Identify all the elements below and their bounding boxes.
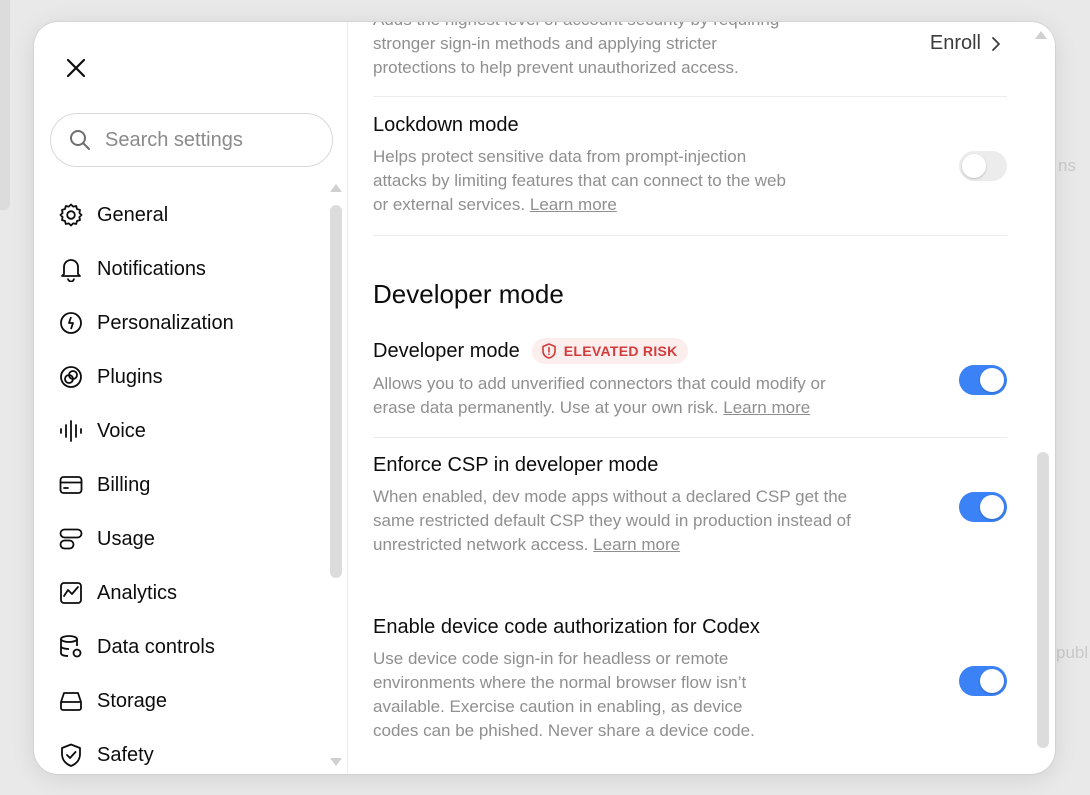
sidebar-item-label: Plugins	[97, 365, 163, 388]
divider	[373, 235, 1007, 236]
settings-nav: General Notifications Personalization Pl…	[56, 188, 326, 774]
desc-line: protections to help prevent unauthorized…	[373, 58, 739, 77]
device-code-title: Enable device code authorization for Cod…	[373, 616, 760, 638]
advanced-security-desc: Adds the highest level of account securi…	[373, 22, 833, 80]
sidebar-item-analytics[interactable]: Analytics	[56, 566, 326, 620]
sidebar-item-label: Safety	[97, 743, 154, 766]
card-icon	[56, 470, 86, 500]
sidebar-item-label: Storage	[97, 689, 168, 712]
content-scrollbar-thumb[interactable]	[1037, 452, 1049, 748]
enforce-csp-desc: When enabled, dev mode apps without a de…	[373, 485, 853, 557]
close-button[interactable]	[60, 52, 92, 84]
background-text: ns	[1058, 156, 1076, 175]
plugin-icon	[56, 362, 86, 392]
sidebar-item-data-controls[interactable]: Data controls	[56, 620, 326, 674]
content-scroll-up-arrow[interactable]	[1035, 31, 1047, 39]
device-code-desc: Use device code sign-in for headless or …	[373, 649, 755, 740]
desc-line: Adds the highest level of account securi…	[373, 22, 833, 32]
usage-icon	[56, 524, 86, 554]
sidebar-item-storage[interactable]: Storage	[56, 674, 326, 728]
database-gear-icon	[56, 632, 86, 662]
developer-mode-title: Developer mode	[373, 339, 520, 362]
sidebar-item-safety[interactable]: Safety	[56, 728, 326, 774]
elevated-risk-badge: ELEVATED RISK	[531, 338, 688, 364]
toggle-knob	[980, 669, 1004, 693]
developer-mode-desc: Allows you to add unverified connectors …	[373, 372, 863, 420]
chart-icon	[56, 578, 86, 608]
waveform-icon	[56, 416, 86, 446]
sidebar-item-label: Billing	[97, 473, 151, 496]
sidebar-item-notifications[interactable]: Notifications	[56, 242, 326, 296]
desc-line: stronger sign-in methods and applying st…	[373, 34, 717, 53]
close-icon	[66, 58, 86, 78]
gear-icon	[56, 200, 86, 230]
sidebar-scroll-down-arrow[interactable]	[330, 758, 342, 766]
device-code-row: Enable device code authorization for Cod…	[373, 616, 1007, 743]
lockdown-mode-row: Lockdown mode Helps protect sensitive da…	[373, 114, 1007, 217]
shield-check-icon	[56, 740, 86, 770]
lockdown-mode-toggle[interactable]	[959, 151, 1007, 181]
section-title: Developer mode	[373, 279, 564, 309]
bell-icon	[56, 254, 86, 284]
sidebar-item-general[interactable]: General	[56, 188, 326, 242]
toggle-knob	[962, 154, 986, 178]
settings-content: Adds the highest level of account securi…	[373, 22, 1007, 774]
enroll-button[interactable]: Enroll	[930, 32, 1001, 55]
sidebar-item-voice[interactable]: Voice	[56, 404, 326, 458]
lockdown-mode-desc: Helps protect sensitive data from prompt…	[373, 145, 793, 217]
smiley-circle-icon	[56, 308, 86, 338]
drive-icon	[56, 686, 86, 716]
sidebar-item-plugins[interactable]: Plugins	[56, 350, 326, 404]
sidebar-item-label: Data controls	[97, 635, 215, 658]
background-scrollbar	[0, 0, 10, 210]
search-box[interactable]	[50, 113, 333, 167]
learn-more-link[interactable]: Learn more	[593, 535, 680, 554]
badge-label: ELEVATED RISK	[563, 343, 678, 359]
warning-shield-icon	[541, 343, 556, 359]
learn-more-link[interactable]: Learn more	[530, 195, 617, 214]
developer-mode-toggle[interactable]	[959, 365, 1007, 395]
sidebar-item-label: General	[97, 203, 169, 226]
sidebar-item-billing[interactable]: Billing	[56, 458, 326, 512]
sidebar-item-label: Usage	[97, 527, 155, 550]
device-code-toggle[interactable]	[959, 666, 1007, 696]
learn-more-link[interactable]: Learn more	[723, 398, 810, 417]
search-input[interactable]	[105, 128, 315, 152]
enforce-csp-title: Enforce CSP in developer mode	[373, 454, 659, 476]
chevron-right-icon	[992, 36, 1000, 51]
divider	[373, 437, 1007, 438]
developer-mode-row: Developer mode ELEVATED RISK Allows you …	[373, 338, 1007, 420]
sidebar-item-label: Analytics	[97, 581, 178, 604]
toggle-knob	[980, 495, 1004, 519]
enroll-label: Enroll	[929, 32, 981, 54]
advanced-security-row: Adds the highest level of account securi…	[373, 22, 1007, 80]
background-text: publ	[1056, 643, 1089, 662]
sidebar-item-usage[interactable]: Usage	[56, 512, 326, 566]
toggle-knob	[980, 368, 1004, 392]
sidebar-item-personalization[interactable]: Personalization	[56, 296, 326, 350]
divider	[373, 96, 1007, 97]
search-icon	[70, 130, 90, 150]
sidebar-item-label: Voice	[97, 419, 146, 442]
developer-mode-title-row: Developer mode ELEVATED RISK	[373, 338, 1007, 364]
settings-dialog: General Notifications Personalization Pl…	[34, 22, 1055, 774]
enforce-csp-row: Enforce CSP in developer mode When enabl…	[373, 454, 1007, 557]
settings-sidebar: General Notifications Personalization Pl…	[34, 22, 348, 774]
lockdown-mode-title: Lockdown mode	[373, 114, 519, 136]
sidebar-scroll-up-arrow[interactable]	[330, 184, 342, 192]
enforce-csp-toggle[interactable]	[959, 492, 1007, 522]
sidebar-item-label: Notifications	[97, 257, 206, 280]
sidebar-scrollbar-thumb[interactable]	[330, 205, 342, 578]
sidebar-item-label: Personalization	[97, 311, 234, 334]
